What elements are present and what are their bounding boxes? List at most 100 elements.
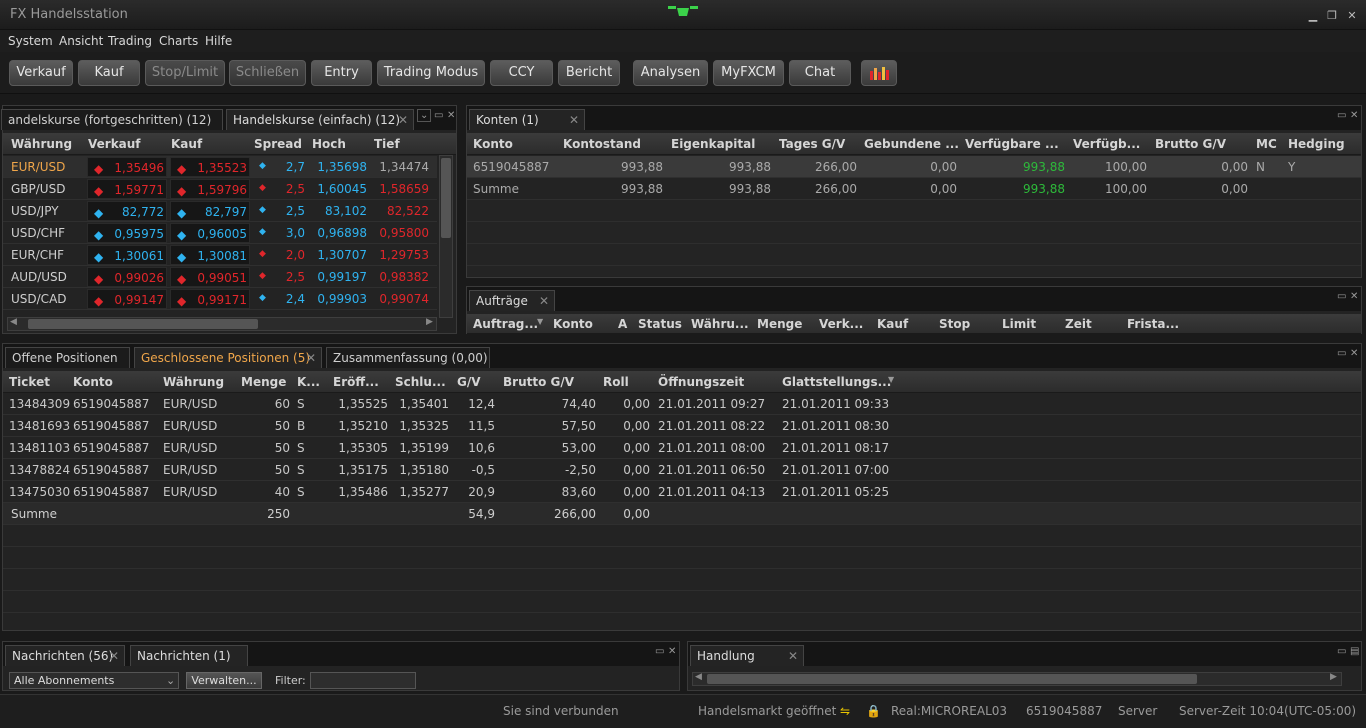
col-low[interactable]: Tief [374,137,400,151]
stop-limit-button[interactable]: Stop/Limit [145,60,225,86]
rate-row[interactable]: GBP/USD ◆ 1,59771 ◆ 1,59796 ◆ 2,5 1,60045 1,5865… [3,178,437,200]
tab-orders[interactable]: Aufträge ✕ [469,290,555,311]
manage-button[interactable]: Verwalten... [186,672,262,689]
col-currency[interactable]: Währu... [691,317,749,331]
minimize-icon[interactable]: ▁ [1306,9,1320,23]
scroll-right-icon[interactable]: ▶ [1330,672,1337,682]
col-balance[interactable]: Kontostand [563,137,641,151]
col-gross-pl[interactable]: Brutto G/V [1155,137,1226,151]
col-sell[interactable]: Verk... [819,317,863,331]
close-tab-icon[interactable]: ✕ [109,646,119,666]
col-side[interactable]: K... [297,375,320,389]
col-usable-margin[interactable]: Verfügbare ... [965,137,1059,151]
col-currency[interactable]: Währung [11,137,72,151]
ccy-button[interactable]: CCY [490,60,553,86]
account-row[interactable]: 6519045887 993,88 993,88 266,00 0,00 993,88 10… [467,156,1361,178]
menu-system[interactable]: System [8,34,53,48]
col-day-pl[interactable]: Tages G/V [779,137,845,151]
position-row[interactable]: 13484309 6519045887 EUR/USD 60 S 1,35525 1,354… [3,393,1361,415]
position-row[interactable]: 13481693 6519045887 EUR/USD 50 B 1,35210 1,353… [3,415,1361,437]
sell-price-cell[interactable]: ◆ 1,35496 [87,157,167,177]
col-open-time[interactable]: Öffnungszeit [658,375,744,389]
scroll-thumb[interactable] [28,319,258,329]
scroll-right-icon[interactable]: ▶ [426,317,433,327]
col-account[interactable]: Konto [73,375,113,389]
close-panel-icon[interactable]: ✕ [447,110,455,121]
tab-menu-icon[interactable]: ⌄ [417,109,432,122]
col-used-margin[interactable]: Gebundene ... [864,137,959,151]
col-open[interactable]: Eröff... [333,375,379,389]
rate-row[interactable]: USD/CAD ◆ 0,99147 ◆ 0,99171 ◆ 2,4 0,99903 0,9907… [3,288,437,310]
chart-button[interactable] [861,60,897,86]
rate-row[interactable]: EUR/CHF ◆ 1,30061 ◆ 1,30081 ◆ 2,0 1,30707 1,2975… [3,244,437,266]
col-usable-pct[interactable]: Verfügb... [1073,137,1140,151]
tab-news-all[interactable]: Nachrichten (56) ✕ [5,645,125,666]
close-tab-icon[interactable]: ✕ [539,291,549,311]
buy-price-cell[interactable]: ◆ 1,59796 [170,179,250,199]
sell-price-cell[interactable]: ◆ 82,772 [87,201,167,221]
chat-button[interactable]: Chat [789,60,851,86]
scroll-thumb[interactable] [441,158,451,238]
col-pl[interactable]: G/V [457,375,481,389]
position-row[interactable]: 13475030 6519045887 EUR/USD 40 S 1,35486 1,352… [3,481,1361,503]
buy-price-cell[interactable]: ◆ 0,99051 [170,267,250,287]
rate-row[interactable]: USD/JPY ◆ 82,772 ◆ 82,797 ◆ 2,5 83,102 82,522 [3,200,437,222]
close-position-button[interactable]: Schließen [229,60,306,86]
tab-news-selected[interactable]: Nachrichten (1) [130,645,248,666]
rate-row[interactable]: USD/CHF ◆ 0,95975 ◆ 0,96005 ◆ 3,0 0,96898 0,9580… [3,222,437,244]
sell-price-cell[interactable]: ◆ 1,59771 [87,179,167,199]
report-button[interactable]: Bericht [558,60,620,86]
buy-price-cell[interactable]: ◆ 0,99171 [170,289,250,309]
col-ticket[interactable]: Ticket [9,375,50,389]
close-tab-icon[interactable]: ✕ [569,110,579,130]
col-close[interactable]: Schlu... [395,375,446,389]
col-amount[interactable]: Menge [757,317,802,331]
menu-charts[interactable]: Charts [159,34,198,48]
close-panel-icon[interactable]: ▤ [1350,646,1359,657]
tab-rates-simple[interactable]: Handelskurse (einfach) (12) ✕ [226,109,414,130]
tab-summary[interactable]: Zusammenfassung (0,00) [326,347,490,368]
close-tab-icon[interactable]: ✕ [398,110,408,130]
scroll-left-icon[interactable]: ◀ [695,672,702,682]
tab-closed-positions[interactable]: Geschlossene Positionen (5) ✕ [134,347,322,368]
col-spread[interactable]: Spread [254,137,302,151]
handling-hscrollbar[interactable]: ◀ ▶ [692,672,1342,686]
rates-vscrollbar[interactable] [439,155,453,318]
myfxcm-button[interactable]: MyFXCM [713,60,784,86]
col-high[interactable]: Hoch [312,137,346,151]
col-account[interactable]: Konto [473,137,513,151]
restore-panel-icon[interactable]: ▭ [1337,646,1346,657]
menu-ansicht[interactable]: Ansicht [59,34,103,48]
account-summary-row[interactable]: Summe 993,88 993,88 266,00 0,00 993,88 100,00 0… [467,178,1361,200]
col-a[interactable]: A [618,317,627,331]
buy-price-cell[interactable]: ◆ 1,35523 [170,157,250,177]
scroll-thumb[interactable] [707,674,1197,684]
close-panel-icon[interactable]: ✕ [1350,348,1358,359]
sell-button[interactable]: Verkauf [9,60,73,86]
entry-button[interactable]: Entry [311,60,372,86]
col-gross-pl[interactable]: Brutto G/V [503,375,574,389]
sell-price-cell[interactable]: ◆ 0,99026 [87,267,167,287]
buy-button[interactable]: Kauf [78,60,140,86]
buy-price-cell[interactable]: ◆ 0,96005 [170,223,250,243]
buy-price-cell[interactable]: ◆ 1,30081 [170,245,250,265]
tab-accounts[interactable]: Konten (1) ✕ [469,109,585,130]
close-tab-icon[interactable]: ✕ [788,646,798,666]
restore-panel-icon[interactable]: ▭ [1337,110,1346,121]
buy-price-cell[interactable]: ◆ 82,797 [170,201,250,221]
col-roll[interactable]: Roll [603,375,629,389]
position-row[interactable]: 13478824 6519045887 EUR/USD 50 S 1,35175 1,351… [3,459,1361,481]
close-panel-icon[interactable]: ✕ [1350,110,1358,121]
col-expiry[interactable]: Frista... [1127,317,1179,331]
restore-panel-icon[interactable]: ▭ [1337,291,1346,302]
col-status[interactable]: Status [638,317,682,331]
tab-handling[interactable]: Handlung ✕ [690,645,804,666]
restore-panel-icon[interactable]: ▭ [655,646,664,657]
col-buy[interactable]: Kauf [877,317,908,331]
sell-price-cell[interactable]: ◆ 1,30061 [87,245,167,265]
col-order[interactable]: Auftrag... [473,317,538,331]
rate-row[interactable]: EUR/USD ◆ 1,35496 ◆ 1,35523 ◆ 2,7 1,35698 1,3447… [3,156,437,178]
menu-hilfe[interactable]: Hilfe [205,34,232,48]
close-panel-icon[interactable]: ✕ [1350,291,1358,302]
sell-price-cell[interactable]: ◆ 0,95975 [87,223,167,243]
